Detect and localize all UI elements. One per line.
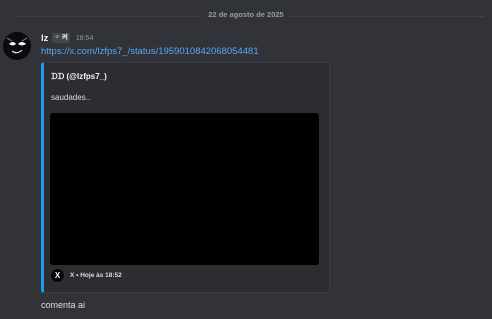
server-tag[interactable]: ✧ 켜: [52, 33, 70, 43]
embed-footer: X X • Hoje às 18:52: [50, 267, 122, 283]
chat-view: 22 de agosto de 2025 lz ✧ 켜 18:54 https:…: [0, 0, 492, 319]
message-timestamp[interactable]: 18:54: [76, 35, 94, 42]
embed-description: saudades..: [51, 93, 91, 102]
avatar[interactable]: [3, 32, 31, 60]
date-divider: 22 de agosto de 2025: [0, 10, 492, 19]
embed-author[interactable]: ᗪᗪ (@lzfps7_): [51, 72, 107, 82]
message-header: lz ✧ 켜 18:54: [41, 31, 93, 45]
avatar-image: [3, 32, 31, 60]
sparkle-icon: ✧: [54, 34, 60, 41]
message-link[interactable]: https://x.com/lzfps7_/status/19590108420…: [41, 46, 259, 57]
message-text: comenta ai: [41, 300, 86, 310]
embed-footer-text: X • Hoje às 18:52: [70, 271, 122, 279]
username[interactable]: lz: [41, 33, 48, 44]
x-logo-icon: X: [50, 267, 65, 283]
embed-video[interactable]: [50, 113, 319, 265]
server-tag-label: 켜: [61, 34, 68, 41]
date-divider-label: 22 de agosto de 2025: [202, 10, 290, 19]
link-embed: ᗪᗪ (@lzfps7_) saudades.. X X • Hoje às 1…: [41, 62, 330, 293]
